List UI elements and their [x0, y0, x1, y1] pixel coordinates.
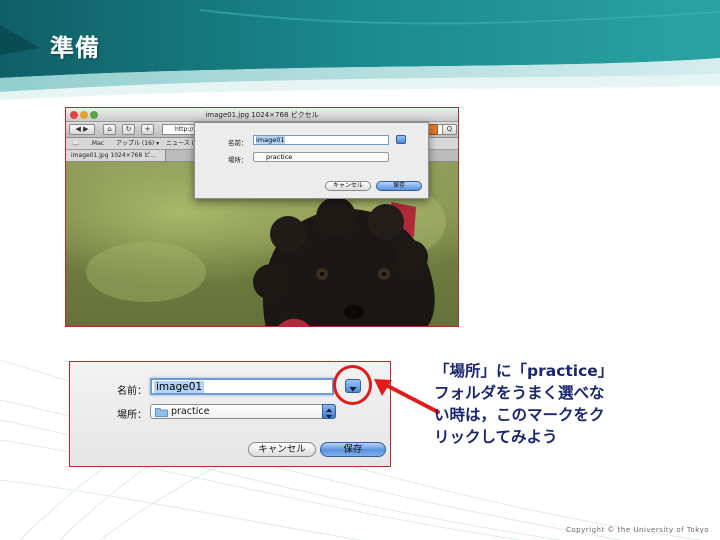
save-button[interactable]: 保存 [320, 442, 386, 457]
save-dialog-sheet: 名前： image01 場所： practice キャンセル 保存 [194, 122, 429, 199]
mini-name-input[interactable]: image01 [253, 135, 389, 145]
name-value: image01 [154, 381, 205, 393]
instruction-line-4: リックしてみよう [434, 428, 558, 446]
header-band: 準備 [0, 0, 720, 100]
window-title: image01.jpg 1024×768 ピクセル [205, 111, 319, 119]
bookmark-apple[interactable]: アップル (16) ▾ [116, 138, 159, 149]
mini-name-value: image01 [256, 136, 285, 144]
tab-image01[interactable]: image01.jpg 1024×768 ピ... [66, 150, 166, 161]
name-label: 名前： [117, 386, 147, 397]
cancel-button[interactable]: キャンセル [248, 442, 316, 457]
slide-title: 準備 [50, 34, 100, 62]
mini-location-select[interactable]: practice [253, 152, 389, 162]
bookmarks-book-icon[interactable]: 📖 [72, 138, 79, 149]
bookmark-news[interactable]: ニュース ( [166, 138, 194, 149]
instruction-text: 「場所」に「practice」 フォルダをうまく選べな い時は，このマークをク … [434, 360, 654, 448]
highlight-circle [333, 365, 372, 405]
pointer-arrow-icon [374, 379, 440, 414]
back-forward-button[interactable]: ◀ ▶ [69, 124, 95, 135]
url-text: http:// [175, 126, 194, 133]
instruction-line-3: い時は，このマークをク [434, 406, 605, 424]
add-bookmark-button[interactable]: + [141, 124, 154, 135]
home-button[interactable]: ⌂ [103, 124, 116, 135]
mini-save-button[interactable]: 保存 [376, 181, 422, 191]
header-wave-graphic [0, 0, 720, 100]
mini-expand-icon[interactable] [396, 135, 406, 144]
location-value: practice [171, 406, 210, 417]
instruction-line-1: 「場所」に「practice」 [434, 362, 614, 380]
rss-icon[interactable] [428, 124, 438, 135]
mini-location-label: 場所： [228, 156, 248, 164]
folder-icon [155, 408, 168, 417]
browser-screenshot: image01.jpg 1024×768 ピクセル ◀ ▶ ⌂ ↻ + http… [65, 107, 459, 327]
name-input[interactable]: image01 [150, 378, 334, 395]
copyright-notice: Copyright © the University of Tokyo [566, 526, 709, 534]
search-icon[interactable]: Q [442, 124, 457, 135]
instruction-line-2: フォルダをうまく選べな [434, 384, 605, 402]
location-label: 場所： [117, 410, 147, 421]
mini-location-value: practice [266, 153, 293, 161]
window-titlebar: image01.jpg 1024×768 ピクセル [66, 108, 458, 122]
mini-name-label: 名前： [228, 139, 248, 147]
mini-cancel-button[interactable]: キャンセル [325, 181, 371, 191]
bookmark-mac[interactable]: .Mac [90, 138, 104, 149]
select-arrows-icon [322, 404, 336, 419]
location-select[interactable]: practice [150, 404, 336, 419]
reload-button[interactable]: ↻ [122, 124, 135, 135]
